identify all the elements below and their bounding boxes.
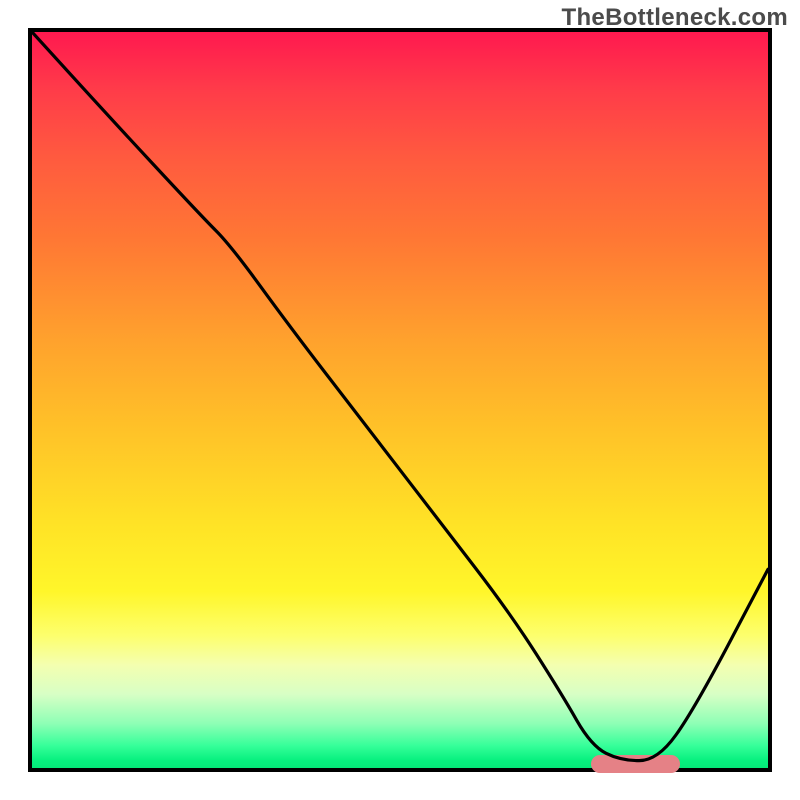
chart-curve: [32, 32, 768, 768]
bottleneck-curve-path: [32, 32, 768, 761]
chart-plot-area: [28, 28, 772, 772]
